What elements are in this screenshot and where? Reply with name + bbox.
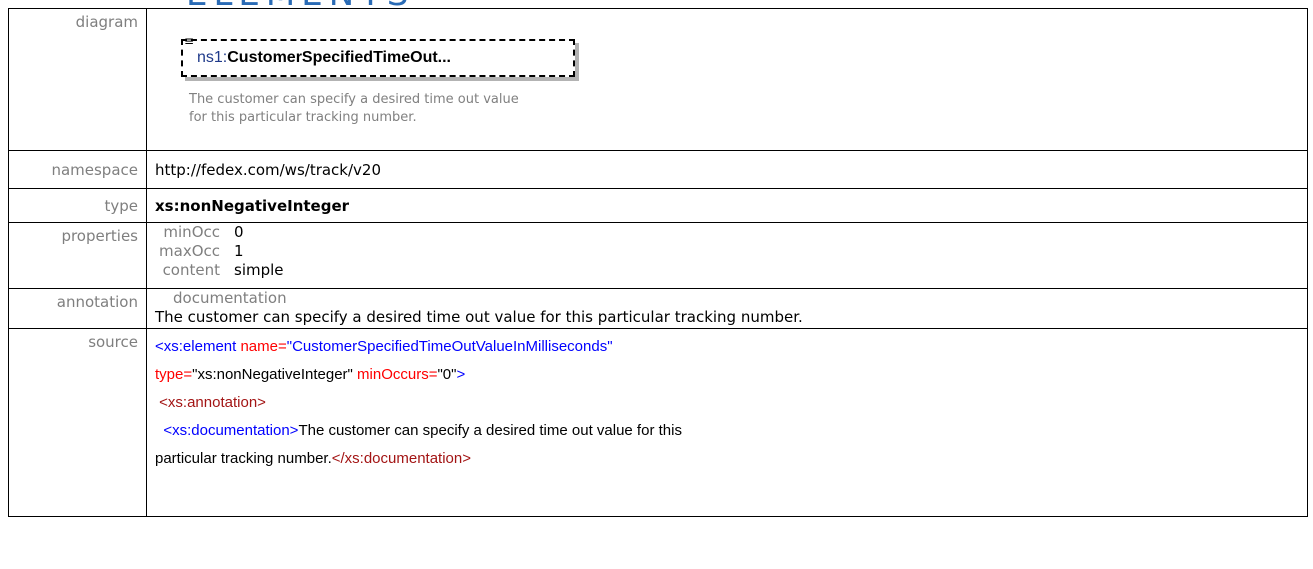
property-value: 1 xyxy=(234,242,244,260)
property-key: content xyxy=(162,261,220,279)
source-line: <xs:documentation>The customer can speci… xyxy=(155,417,1307,445)
annotation-documentation-label: documentation xyxy=(173,289,287,307)
label-properties: properties xyxy=(8,222,147,289)
element-doc-table: diagram ≡ ns1:CustomerSpecifiedTimeOut..… xyxy=(8,8,1308,517)
type-value: xs:nonNegativeInteger xyxy=(146,188,1308,223)
row-annotation: annotation documentation The customer ca… xyxy=(8,288,1308,329)
source-line: <xs:annotation> xyxy=(155,389,1307,417)
namespace-value: http://fedex.com/ws/track/v20 xyxy=(146,150,1308,189)
source-tag: <xs:element xyxy=(155,338,237,355)
source-tag-close: > xyxy=(456,366,466,383)
element-local-name: CustomerSpecifiedTimeOut... xyxy=(227,49,451,66)
top-heading-fragment: ELEMENTS xyxy=(0,0,1313,8)
element-prefix: ns1: xyxy=(197,49,228,66)
row-diagram: diagram ≡ ns1:CustomerSpecifiedTimeOut..… xyxy=(8,8,1308,151)
label-annotation: annotation xyxy=(8,288,147,329)
property-row: minOcc 0 xyxy=(155,223,1307,242)
element-name: ns1:CustomerSpecifiedTimeOut... xyxy=(197,49,451,67)
property-value: simple xyxy=(234,261,284,279)
source-line: type="xs:nonNegativeInteger" minOccurs="… xyxy=(155,361,1307,389)
row-source: source <xs:element name="CustomerSpecifi… xyxy=(8,328,1308,517)
diagram-annotation-note: The customer can specify a desired time … xyxy=(189,92,519,125)
properties-cell: minOcc 0 maxOcc 1 content simple xyxy=(146,222,1308,289)
diagram-cell: ≡ ns1:CustomerSpecifiedTimeOut... The cu… xyxy=(146,8,1308,151)
source-attr-name: type= xyxy=(155,366,193,383)
source-attr-name: minOccurs= xyxy=(352,366,438,383)
source-line: particular tracking number.</xs:document… xyxy=(155,445,1307,473)
annotation-documentation-text: The customer can specify a desired time … xyxy=(155,308,803,326)
property-row: content simple xyxy=(155,261,1307,280)
row-type: type xs:nonNegativeInteger xyxy=(8,188,1308,223)
property-row: maxOcc 1 xyxy=(155,242,1307,261)
source-tag: <xs:documentation> xyxy=(155,422,299,439)
heading-fragment-text: ELEMENTS xyxy=(186,0,415,8)
source-tag: <xs:annotation> xyxy=(155,394,266,411)
source-attr-value: "xs:nonNegativeInteger" xyxy=(192,366,353,383)
annotation-cell: documentation The customer can specify a… xyxy=(146,288,1308,329)
source-line: <xs:element name="CustomerSpecifiedTimeO… xyxy=(155,333,1307,361)
properties-list: minOcc 0 maxOcc 1 content simple xyxy=(155,223,1307,280)
documentation-icon: ≡ xyxy=(184,34,195,48)
source-tag: </xs:documentation> xyxy=(331,450,472,467)
row-namespace: namespace http://fedex.com/ws/track/v20 xyxy=(8,150,1308,189)
element-diagram-box[interactable]: ≡ ns1:CustomerSpecifiedTimeOut... xyxy=(181,35,575,77)
label-type: type xyxy=(8,188,147,223)
source-attr-value: "CustomerSpecifiedTimeOutValueInMillisec… xyxy=(286,338,613,355)
property-key: minOcc xyxy=(163,223,220,241)
source-attr-value: "0" xyxy=(437,366,457,383)
label-diagram: diagram xyxy=(8,8,147,151)
row-properties: properties minOcc 0 maxOcc 1 content simple xyxy=(8,222,1308,289)
label-source: source xyxy=(8,328,147,517)
label-namespace: namespace xyxy=(8,150,147,189)
source-text: particular tracking number. xyxy=(155,450,332,467)
source-attr-name: name= xyxy=(236,338,287,355)
source-code: <xs:element name="CustomerSpecifiedTimeO… xyxy=(146,328,1308,517)
property-value: 0 xyxy=(234,223,244,241)
source-text: The customer can specify a desired time … xyxy=(298,422,682,439)
property-key: maxOcc xyxy=(159,242,220,260)
